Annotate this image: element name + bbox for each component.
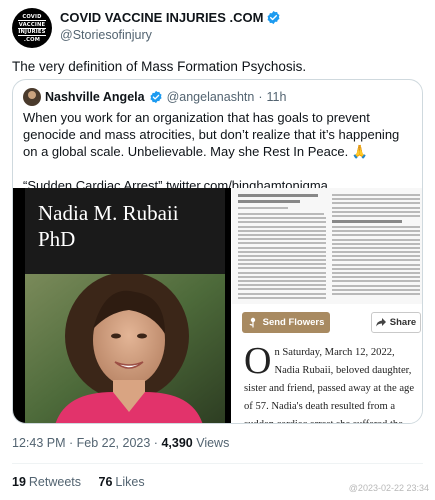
photo-caption: Nadia M. Rubaii PhD xyxy=(38,200,179,252)
flower-icon xyxy=(249,317,255,328)
retweets-count: 19 xyxy=(12,475,26,489)
tweet-time[interactable]: 12:43 PM xyxy=(12,436,66,450)
quoted-separator: · xyxy=(258,90,263,104)
likes-stat[interactable]: 76 Likes xyxy=(99,475,145,489)
send-flowers-button[interactable]: Send Flowers xyxy=(242,312,330,333)
quoted-tweet-text: When you work for an organization that h… xyxy=(23,109,415,194)
avatar-line: COVID xyxy=(22,14,42,20)
author-display-name[interactable]: COVID VACCINE INJURIES .COM xyxy=(60,10,281,25)
obituary-photo[interactable]: Nadia M. Rubaii PhD xyxy=(25,188,225,423)
article-dropcap: O xyxy=(244,340,272,382)
obituary-text: On Saturday, March 12, 2022, Nadia Rubai… xyxy=(232,340,422,423)
tweet-stats: 19 Retweets 76 Likes xyxy=(12,475,145,489)
likes-label: Likes xyxy=(115,475,145,489)
views-label: Views xyxy=(196,436,230,450)
document-column xyxy=(238,194,326,301)
capture-watermark: @2023-02-22 23:34 xyxy=(348,483,429,493)
tweet-text: The very definition of Mass Formation Ps… xyxy=(12,59,307,74)
author-name-text[interactable]: COVID VACCINE INJURIES .COM xyxy=(60,10,263,25)
share-button[interactable]: Share xyxy=(371,312,421,333)
tweet-header: COVID VACCINE INJURIES .COM COVID VACCIN… xyxy=(12,8,423,48)
retweets-label: Retweets xyxy=(28,475,82,489)
share-icon xyxy=(375,318,386,327)
quoted-author-name[interactable]: Nashville Angela xyxy=(45,90,145,104)
views-count: 4,390 xyxy=(161,436,193,450)
tweet-meta: 12:43 PM · Feb 22, 2023 · 4,390 Views xyxy=(12,436,229,450)
author-handle[interactable]: @Storiesofinjury xyxy=(60,28,152,42)
send-flowers-label: Send Flowers xyxy=(262,317,325,328)
media-border xyxy=(225,188,231,423)
quoted-author-avatar[interactable] xyxy=(23,88,41,106)
verified-badge-icon xyxy=(150,90,162,104)
quoted-author-handle[interactable]: @angelanashtn xyxy=(167,90,255,104)
media-border xyxy=(13,188,25,423)
quoted-text-paragraph: When you work for an organization that h… xyxy=(23,110,400,159)
portrait-image xyxy=(25,274,225,423)
photo-credential-line: PhD xyxy=(38,227,76,251)
divider xyxy=(12,463,423,464)
quoted-timestamp[interactable]: 11h xyxy=(267,90,287,104)
verified-badge-icon xyxy=(268,10,280,25)
photo-name-line: Nadia M. Rubaii xyxy=(38,201,179,225)
quoted-tweet-header: Nashville Angela @angelanashtn · 11h xyxy=(23,88,286,106)
retweets-stat[interactable]: 19 Retweets xyxy=(12,475,81,489)
quoted-tweet[interactable]: Nashville Angela @angelanashtn · 11h Whe… xyxy=(12,79,423,424)
share-label: Share xyxy=(389,317,417,328)
document-column xyxy=(332,194,420,297)
avatar-line: INJURIES xyxy=(18,27,46,35)
tweet-date[interactable]: Feb 22, 2023 xyxy=(77,436,151,450)
likes-count: 76 xyxy=(98,475,113,489)
author-avatar[interactable]: COVID VACCINE INJURIES .COM xyxy=(12,8,52,48)
obituary-actions: Send Flowers Share xyxy=(232,304,422,340)
avatar-line: .COM xyxy=(18,35,46,43)
quoted-media[interactable]: Nadia M. Rubaii PhD Send Flowers Share O… xyxy=(13,188,422,423)
avatar-line: VACCINE xyxy=(18,20,46,28)
avatar-logo-text: COVID VACCINE INJURIES .COM xyxy=(18,14,46,43)
document-preview[interactable] xyxy=(232,188,422,304)
meta-separator: · xyxy=(69,436,77,450)
